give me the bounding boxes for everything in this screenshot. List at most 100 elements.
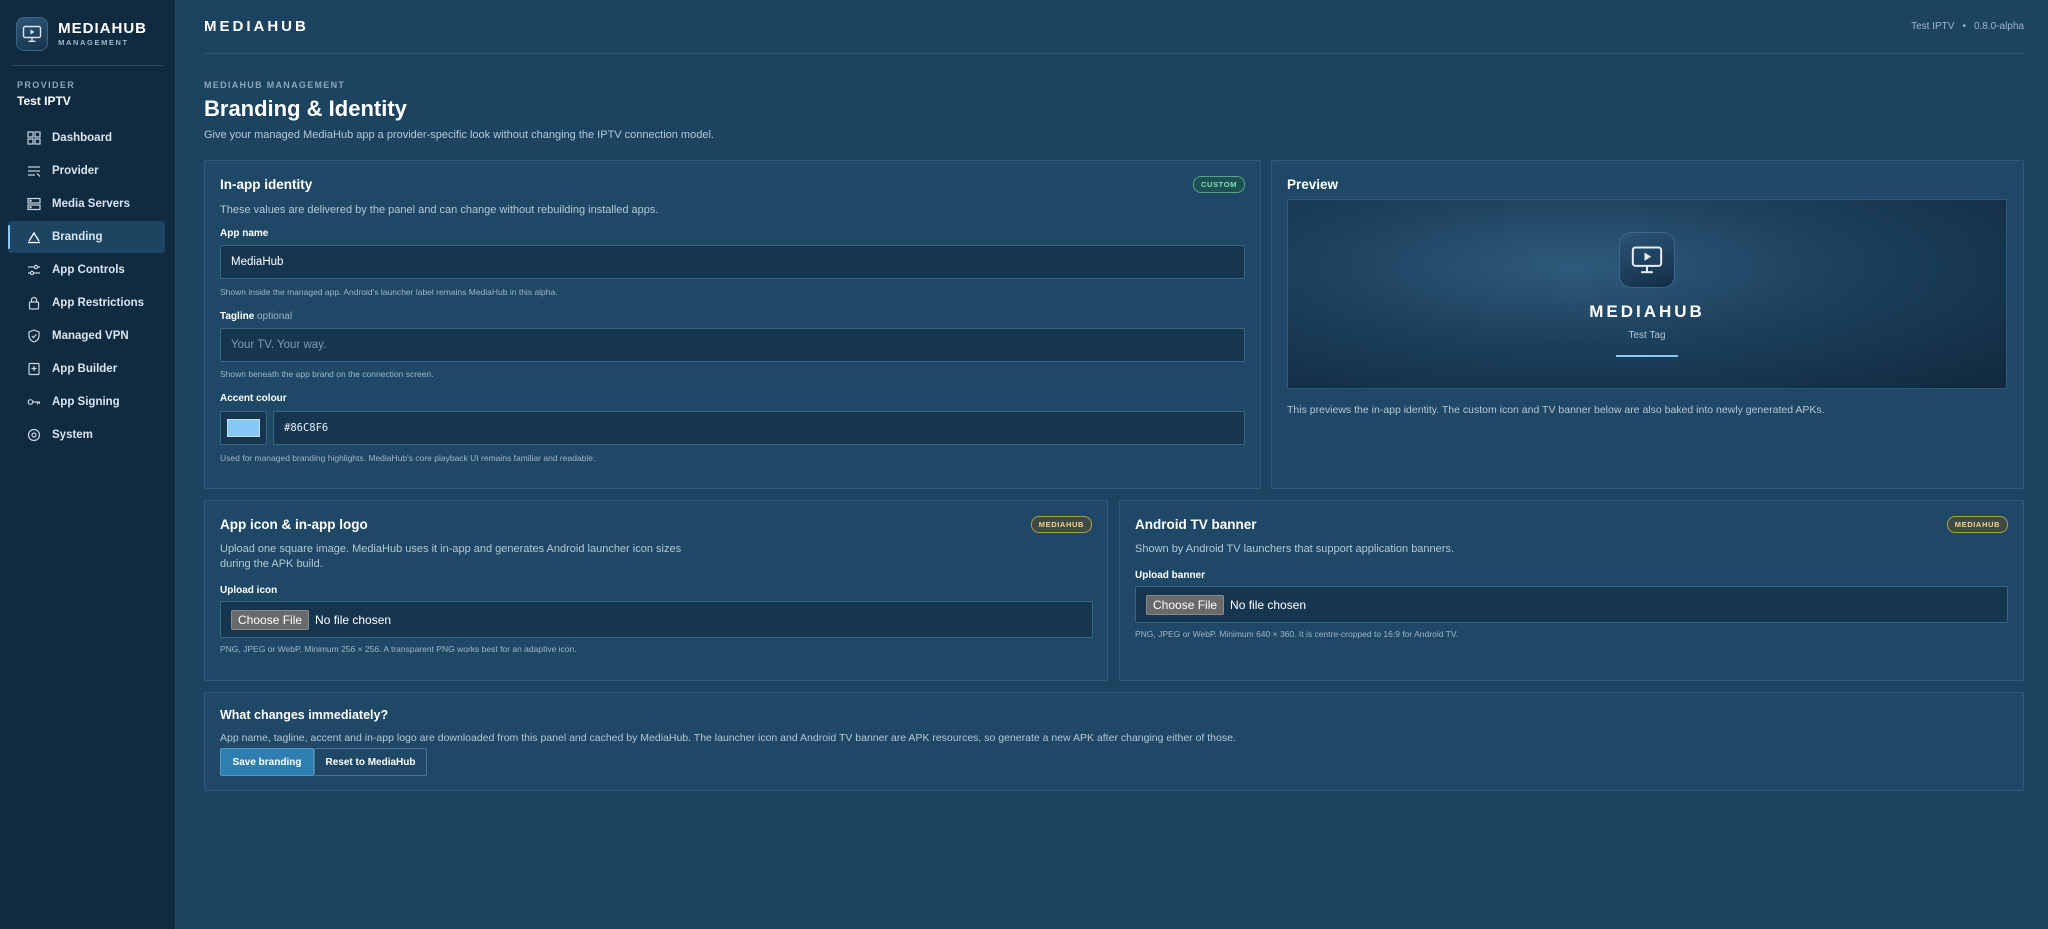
app-name-input[interactable]: MediaHub xyxy=(220,245,1245,279)
sidebar-item-branding[interactable]: Branding xyxy=(8,221,165,253)
custom-badge: CUSTOM xyxy=(1193,176,1245,193)
sidebar-item-app-restrictions[interactable]: App Restrictions xyxy=(8,287,165,319)
gear-icon xyxy=(27,428,41,442)
upload-icon-input[interactable]: Choose File No file chosen xyxy=(220,601,1093,638)
app-icon-title: App icon & in-app logo xyxy=(220,517,368,532)
icon-file-status: No file chosen xyxy=(315,612,392,627)
accent-hex-value: #86C8F6 xyxy=(284,422,329,434)
brand[interactable]: MEDIAHUB MANAGEMENT xyxy=(12,0,163,66)
tv-banner-title: Android TV banner xyxy=(1135,517,1257,532)
preview-card: Preview MEDIAHUB Test Tag This previews … xyxy=(1271,160,2024,489)
brand-name: MEDIAHUB xyxy=(58,20,147,37)
grid-icon xyxy=(27,131,41,145)
sliders-icon xyxy=(28,264,40,276)
sidebar-item-label: System xyxy=(52,429,93,441)
app-icon-card: App icon & in-app logo MEDIAHUB Upload o… xyxy=(204,500,1108,681)
mediahub-badge: MEDIAHUB xyxy=(1030,516,1092,533)
sidebar-item-managed-vpn[interactable]: Managed VPN xyxy=(8,320,165,352)
tv-banner-card: Android TV banner MEDIAHUB Shown by Andr… xyxy=(1119,500,2024,681)
tagline-help: Shown beneath the app brand on the conne… xyxy=(220,369,434,379)
provider-name: Test IPTV xyxy=(17,94,71,108)
topbar-provider: Test IPTV xyxy=(1911,21,1955,32)
accent-swatch xyxy=(227,419,260,437)
sidebar-item-system[interactable]: System xyxy=(8,419,165,451)
sidebar-item-label: App Controls xyxy=(52,264,125,276)
main-content: MEDIAHUB Test IPTV • 0.8.0-alpha MEDIAHU… xyxy=(176,0,2048,929)
topbar: MEDIAHUB Test IPTV • 0.8.0-alpha xyxy=(204,0,2024,54)
sidebar-item-label: Managed VPN xyxy=(52,330,129,342)
page-title: Branding & Identity xyxy=(204,96,407,121)
upload-banner-help: PNG, JPEG or WebP. Minimum 640 × 360. It… xyxy=(1135,629,1459,639)
sidebar-item-label: App Builder xyxy=(52,363,118,375)
sidebar-item-media-servers[interactable]: Media Servers xyxy=(8,188,165,220)
accent-label: Accent colour xyxy=(220,393,287,404)
identity-title: In-app identity xyxy=(220,177,313,192)
shield-icon xyxy=(28,329,40,343)
sidebar-item-label: Provider xyxy=(52,165,99,177)
app-name-help: Shown inside the managed app. Android's … xyxy=(220,287,558,297)
topbar-meta: Test IPTV • 0.8.0-alpha xyxy=(1911,21,2024,32)
changes-description: App name, tagline, accent and in-app log… xyxy=(220,732,1236,744)
tagline-placeholder: Your TV. Your way. xyxy=(231,339,327,351)
list-icon xyxy=(28,166,41,177)
package-icon xyxy=(28,362,40,376)
choose-icon-button[interactable]: Choose File xyxy=(231,609,310,630)
accent-hex-input[interactable]: #86C8F6 xyxy=(273,411,1245,445)
preview-logo xyxy=(1619,232,1675,288)
changes-card: What changes immediately? App name, tagl… xyxy=(204,692,2024,791)
sidebar: MEDIAHUB MANAGEMENT PROVIDER Test IPTV D… xyxy=(0,0,176,929)
page-eyebrow: MEDIAHUB MANAGEMENT xyxy=(204,80,346,90)
sidebar-item-app-builder[interactable]: App Builder xyxy=(8,353,165,385)
banner-file-status: No file chosen xyxy=(1230,597,1307,612)
accent-color-picker[interactable] xyxy=(220,411,267,445)
sidebar-item-label: App Signing xyxy=(52,396,120,408)
accent-help: Used for managed branding highlights. Me… xyxy=(220,453,596,463)
provider-label: PROVIDER xyxy=(17,80,76,90)
topbar-separator: • xyxy=(1962,21,1966,32)
app-name-value: MediaHub xyxy=(231,256,284,268)
lock-icon xyxy=(28,296,40,310)
tv-banner-description: Shown by Android TV launchers that suppo… xyxy=(1135,543,1454,555)
app-icon-description: Upload one square image. MediaHub uses i… xyxy=(220,543,682,570)
preview-description: This previews the in-app identity. The c… xyxy=(1287,404,1825,416)
topbar-version: 0.8.0-alpha xyxy=(1973,21,2024,32)
sidebar-item-label: App Restrictions xyxy=(52,297,145,309)
monitor-play-icon xyxy=(16,16,49,51)
sidebar-item-app-signing[interactable]: App Signing xyxy=(8,386,165,418)
tagline-optional: optional xyxy=(257,311,293,322)
upload-banner-label: Upload banner xyxy=(1135,570,1206,581)
sidebar-nav: Dashboard Provider Media Servers Brandin… xyxy=(0,122,175,451)
sidebar-item-label: Dashboard xyxy=(52,132,113,144)
sidebar-item-dashboard[interactable]: Dashboard xyxy=(8,122,165,154)
page-description: Give your managed MediaHub app a provide… xyxy=(204,129,714,141)
preview-panel: MEDIAHUB Test Tag xyxy=(1287,199,2007,389)
topbar-title: MEDIAHUB xyxy=(204,18,309,35)
upload-icon-label: Upload icon xyxy=(220,585,278,596)
sidebar-item-provider[interactable]: Provider xyxy=(8,155,165,187)
tagline-input[interactable]: Your TV. Your way. xyxy=(220,328,1245,362)
reset-branding-button[interactable]: Reset to MediaHub xyxy=(314,748,427,776)
identity-card: In-app identity CUSTOM These values are … xyxy=(204,160,1261,489)
key-icon xyxy=(27,399,41,405)
preview-brand: MEDIAHUB xyxy=(1589,302,1705,321)
preview-tagline: Test Tag xyxy=(1628,330,1666,341)
provider-block: PROVIDER Test IPTV xyxy=(0,66,175,116)
choose-banner-button[interactable]: Choose File xyxy=(1146,594,1225,615)
page-header: MEDIAHUB MANAGEMENT Branding & Identity … xyxy=(204,80,714,141)
server-icon xyxy=(27,197,41,211)
sidebar-item-label: Branding xyxy=(52,231,103,243)
monitor-play-icon xyxy=(1631,246,1663,274)
upload-icon-help: PNG, JPEG or WebP. Minimum 256 × 256. A … xyxy=(220,644,577,654)
preview-accent-bar xyxy=(1616,355,1678,357)
mediahub-badge: MEDIAHUB xyxy=(1946,516,2008,533)
app-name-label: App name xyxy=(220,228,269,239)
brush-icon xyxy=(28,231,40,244)
brand-subtitle: MANAGEMENT xyxy=(58,38,129,47)
identity-description: These values are delivered by the panel … xyxy=(220,204,659,216)
sidebar-item-app-controls[interactable]: App Controls xyxy=(8,254,165,286)
save-branding-button[interactable]: Save branding xyxy=(220,748,314,776)
upload-banner-input[interactable]: Choose File No file chosen xyxy=(1135,586,2008,623)
preview-title: Preview xyxy=(1287,177,1339,192)
changes-title: What changes immediately? xyxy=(220,708,389,722)
sidebar-item-label: Media Servers xyxy=(52,198,130,210)
